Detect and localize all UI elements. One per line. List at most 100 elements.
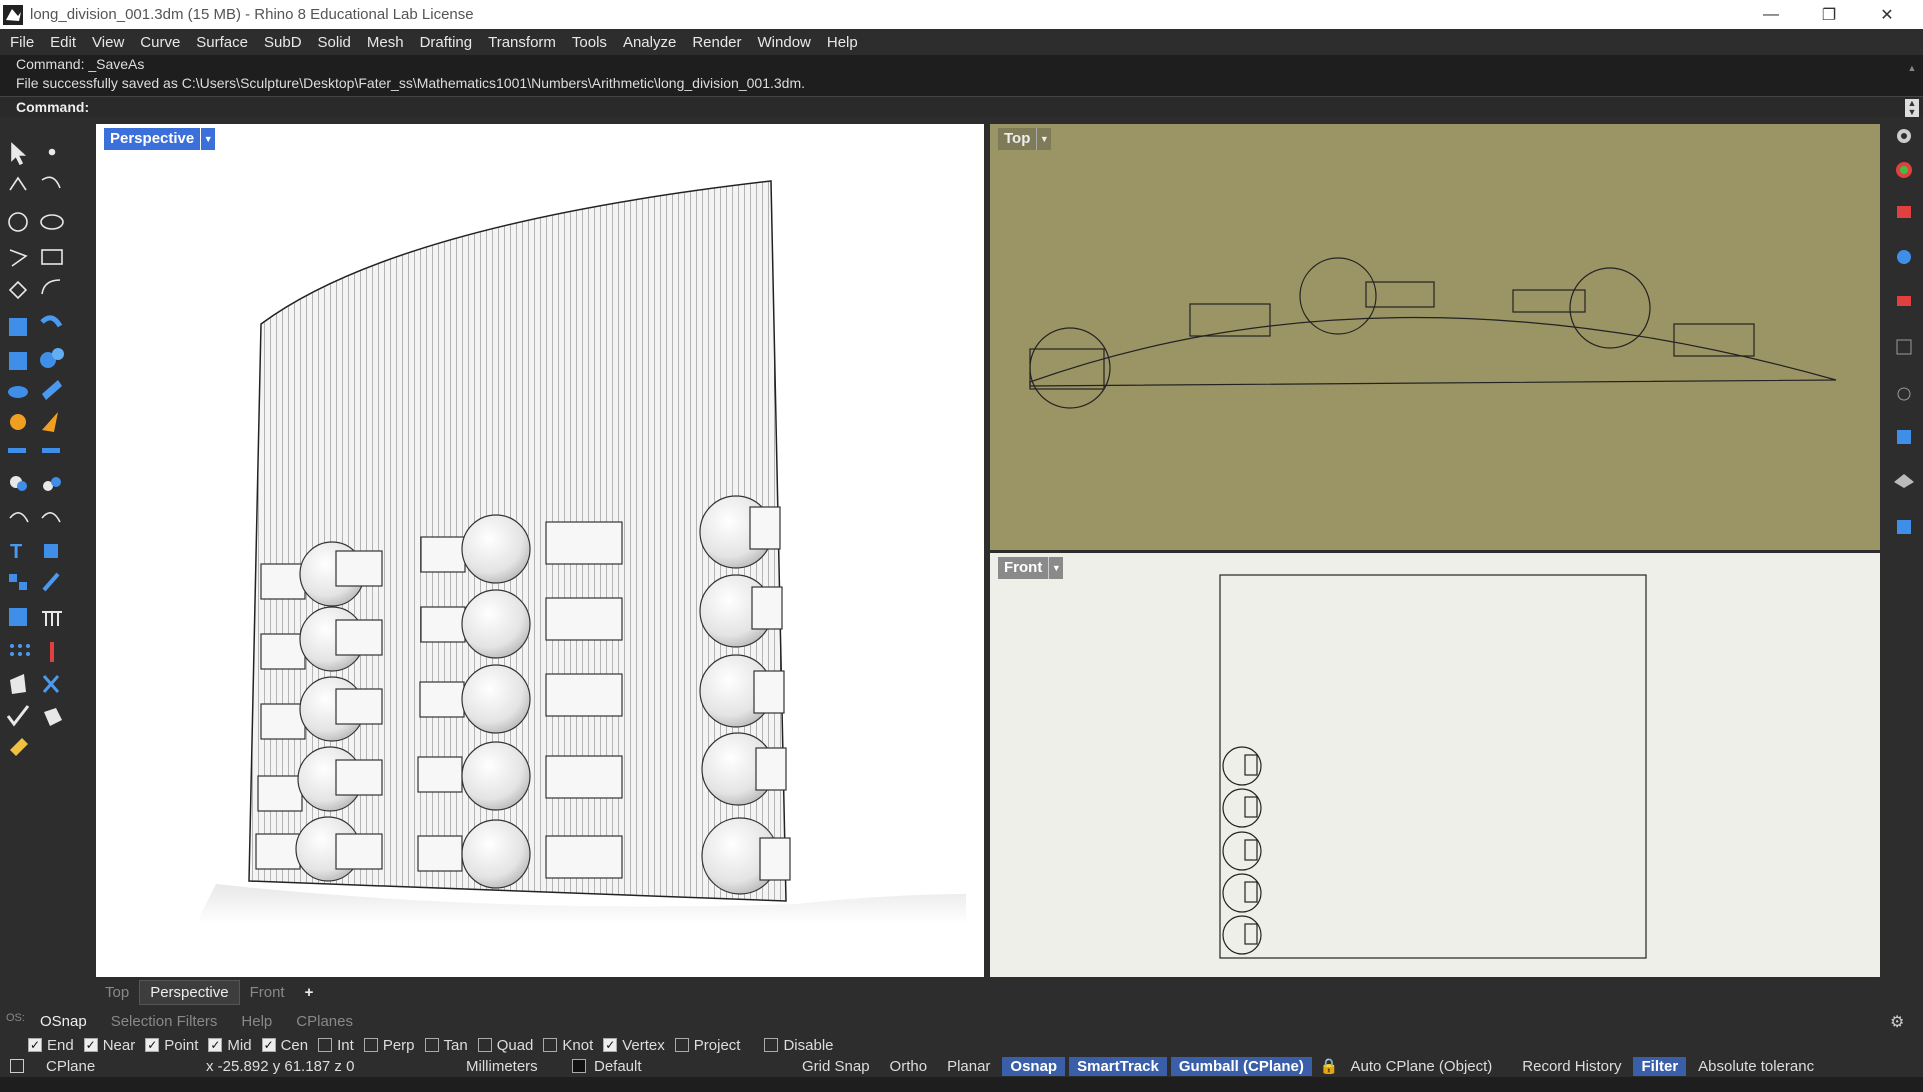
menu-surface[interactable]: Surface [188, 34, 256, 51]
osnap-cen[interactable]: ✓ Cen [261, 1037, 308, 1054]
tab-selection-filters[interactable]: Selection Filters [99, 1013, 230, 1030]
add-tab-button[interactable]: + [295, 981, 324, 1004]
tab-osnap[interactable]: OSnap [28, 1013, 99, 1030]
osnap-disable[interactable]: Disable [764, 1036, 834, 1054]
osnap-label: End [47, 1036, 74, 1054]
osnap-mid[interactable]: ✓ Mid [208, 1037, 252, 1054]
osnap-tan[interactable]: Tan [424, 1036, 468, 1054]
front-viewport-label[interactable]: Front ▼ [998, 557, 1064, 579]
menu-window[interactable]: Window [750, 34, 819, 51]
top-view-drawing [1029, 257, 1837, 409]
right-panel-toolbar [1882, 122, 1923, 1018]
menu-drafting[interactable]: Drafting [412, 34, 481, 51]
perspective-viewport-label[interactable]: Perspective ▼ [104, 128, 216, 150]
ortho-toggle[interactable]: Ortho [882, 1057, 936, 1076]
grid-snap-toggle[interactable]: Grid Snap [794, 1057, 878, 1076]
gumball-toggle[interactable]: Gumball (CPlane) [1170, 1056, 1312, 1076]
osnap-vertex[interactable]: ✓ Vertex [603, 1037, 665, 1054]
command-history: Command: _SaveAs File successfully saved… [0, 55, 1923, 111]
menu-render[interactable]: Render [684, 34, 749, 51]
notes-icon [1897, 430, 1911, 444]
osnap-label: Vertex [622, 1036, 665, 1054]
viewport-title[interactable]: Perspective [104, 128, 201, 150]
split-tool-icon [42, 448, 60, 453]
settings-gear-icon[interactable]: ⚙ [1890, 1012, 1908, 1031]
minimize-button[interactable]: — [1742, 0, 1800, 29]
osnap-int[interactable]: Int [318, 1037, 354, 1054]
command-line[interactable]: Command: ▲ ▼ [0, 96, 1923, 118]
osnap-label: Knot [562, 1036, 594, 1054]
osnap-label: Project [693, 1036, 741, 1054]
grid-icon [1896, 339, 1912, 355]
menu-transform[interactable]: Transform [480, 34, 564, 51]
osnap-label: Tan [443, 1036, 468, 1054]
select-tool-icon [11, 142, 27, 166]
left-toolbar: T [0, 122, 76, 1018]
osnap-point[interactable]: ✓ Point [145, 1037, 198, 1054]
auto-cplane-toggle[interactable]: Auto CPlane (Object) [1343, 1057, 1501, 1076]
osnap-near[interactable]: ✓ Near [83, 1037, 135, 1054]
curve-tool-icon [41, 176, 61, 189]
menu-view[interactable]: View [84, 34, 132, 51]
rhino-logo-icon [3, 4, 23, 25]
menu-solid[interactable]: Solid [310, 34, 359, 51]
top-viewport[interactable]: Top ▼ [990, 124, 1880, 550]
units[interactable]: Millimeters [466, 1058, 572, 1075]
arc-tool-icon [41, 279, 61, 295]
menu-edit[interactable]: Edit [42, 34, 84, 51]
menu-tools[interactable]: Tools [564, 34, 615, 51]
osnap-project[interactable]: Project [674, 1036, 741, 1054]
chevron-down-icon[interactable]: ▼ [1036, 128, 1052, 150]
record-history-toggle[interactable]: Record History [1514, 1057, 1629, 1076]
layer-color-swatch[interactable] [572, 1059, 586, 1073]
planar-toggle[interactable]: Planar [939, 1057, 998, 1076]
chevron-down-icon[interactable]: ▼ [1048, 557, 1064, 579]
menu-analyze[interactable]: Analyze [615, 34, 684, 51]
menu-subd[interactable]: SubD [256, 34, 310, 51]
menu-mesh[interactable]: Mesh [359, 34, 412, 51]
tab-help[interactable]: Help [229, 1013, 284, 1030]
menu-help[interactable]: Help [819, 34, 866, 51]
close-button[interactable]: ✕ [1858, 0, 1916, 29]
tab-cplanes[interactable]: CPlanes [284, 1013, 365, 1030]
menu-curve[interactable]: Curve [132, 34, 188, 51]
osnap-perp[interactable]: Perp [363, 1037, 415, 1054]
tab-top[interactable]: Top [95, 981, 139, 1004]
tab-front[interactable]: Front [240, 981, 295, 1004]
top-viewport-label[interactable]: Top ▼ [998, 128, 1052, 150]
osnap-knot[interactable]: Knot [543, 1037, 593, 1054]
dimension-tool-icon [44, 544, 58, 558]
osnap-quad[interactable]: Quad [477, 1037, 533, 1054]
help-icon [1897, 520, 1911, 534]
history-scroll[interactable]: ▲▼ [1905, 59, 1919, 111]
perspective-model [196, 180, 966, 924]
perspective-viewport[interactable]: Perspective ▼ [96, 124, 984, 977]
polygon2-tool-icon [8, 280, 28, 300]
osnap-label: Disable [783, 1036, 834, 1054]
current-layer[interactable]: Default [594, 1058, 794, 1075]
restore-button[interactable]: ❐ [1800, 0, 1858, 29]
panel-toggle-icon[interactable] [10, 1059, 24, 1073]
menu-file[interactable]: File [2, 34, 42, 51]
front-viewport[interactable]: Front ▼ [990, 553, 1880, 977]
command-history-line: Command: _SaveAs [16, 56, 145, 72]
command-scroll-button[interactable]: ▲ ▼ [1905, 99, 1919, 117]
osnap-end[interactable]: ✓ End [28, 1037, 74, 1054]
blend-tool-icon [41, 512, 61, 523]
smarttrack-toggle[interactable]: SmartTrack [1069, 1056, 1167, 1076]
viewport-title[interactable]: Top [998, 128, 1037, 150]
title-bar: long_division_001.3dm (15 MB) - Rhino 8 … [0, 0, 1923, 29]
osnap-toggle[interactable]: Osnap [1002, 1056, 1066, 1076]
cplane-label[interactable]: CPlane [46, 1058, 206, 1075]
tab-perspective[interactable]: Perspective [139, 979, 240, 1005]
viewport-title[interactable]: Front [998, 557, 1049, 579]
fillet-tool-icon [9, 512, 29, 523]
chevron-down-icon[interactable]: ▼ [200, 128, 216, 150]
learn-icon [1894, 474, 1914, 488]
edit-tool-icon [42, 412, 58, 432]
check-tool-icon [6, 705, 30, 727]
display-icon [1897, 387, 1911, 401]
block-tool-icon [9, 574, 17, 582]
filter-toggle[interactable]: Filter [1633, 1056, 1687, 1076]
tool-icons: T [6, 142, 64, 756]
